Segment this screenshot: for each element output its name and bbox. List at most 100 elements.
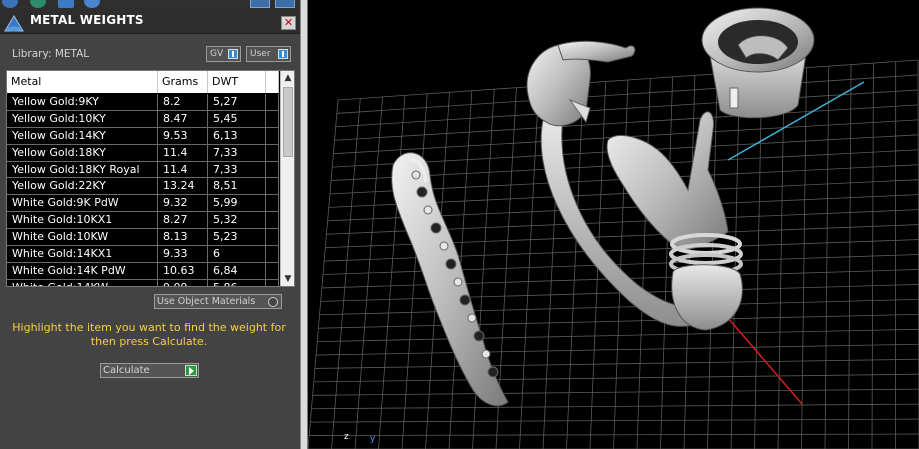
bead — [445, 258, 457, 270]
metal-cell: Yellow Gold:9KY — [7, 94, 158, 110]
dwt-cell: 5,86 — [208, 279, 266, 286]
gv-toggle-label: GV — [210, 49, 224, 59]
use-object-materials-checkbox[interactable]: Use Object Materials — [154, 294, 282, 309]
dwt-cell: 5,99 — [208, 195, 266, 212]
grams-cell: 11.4 — [158, 161, 208, 178]
metal-table: Metal Grams DWT Yellow Gold:9KY 8.2 5,27 Ye… — [6, 70, 295, 287]
empty-cell — [266, 178, 279, 195]
grams-cell: 9.33 — [158, 246, 208, 263]
table-row[interactable]: White Gold:9K PdW 9.32 5,99 — [7, 195, 279, 213]
dwt-cell: 7,33 — [208, 161, 266, 178]
metal-cell: Yellow Gold:10KY — [7, 110, 158, 127]
close-button[interactable]: ✕ — [281, 16, 296, 30]
dwt-cell: 5,23 — [208, 229, 266, 246]
sphere-icon[interactable] — [84, 0, 100, 8]
metal-cell: White Gold:9K PdW — [7, 195, 158, 212]
bead — [423, 205, 433, 215]
grams-cell: 8.47 — [158, 110, 208, 127]
table-row[interactable]: Yellow Gold:18KY 11.4 7,33 — [7, 144, 279, 162]
grams-cell: 8.27 — [158, 212, 208, 229]
3d-viewport[interactable]: z y — [308, 0, 919, 449]
calculate-label: Calculate — [103, 365, 150, 376]
grams-cell: 11.4 — [158, 144, 208, 161]
hands-ring-model[interactable] — [526, 40, 743, 331]
panel-splitter[interactable] — [300, 0, 308, 449]
empty-cell — [266, 262, 279, 279]
radio-icon — [268, 297, 278, 307]
grams-cell: 9.53 — [158, 127, 208, 144]
info-icon — [278, 49, 288, 59]
3d-scene[interactable] — [308, 0, 919, 449]
table-row[interactable]: White Gold:10KW 8.13 5,23 — [7, 229, 279, 247]
bead — [453, 277, 463, 287]
column-header-dwt[interactable]: DWT — [208, 71, 266, 93]
grams-cell: 10.63 — [158, 262, 208, 279]
bead — [416, 186, 428, 198]
metal-cell: White Gold:14KX1 — [7, 246, 158, 263]
grams-cell: 9.09 — [158, 279, 208, 286]
metal-weights-icon — [4, 15, 24, 32]
grams-cell: 8.2 — [158, 94, 208, 110]
info-icon — [228, 49, 238, 59]
table-row[interactable]: Yellow Gold:10KY 8.47 5,45 — [7, 110, 279, 128]
scroll-down-arrow-icon[interactable]: ▼ — [281, 272, 294, 286]
back-arrow-button[interactable]: ← — [250, 0, 270, 8]
empty-cell — [266, 246, 279, 263]
column-header-metal[interactable]: Metal — [7, 71, 158, 93]
grams-cell: 13.24 — [158, 178, 208, 195]
bead — [487, 366, 499, 378]
metal-cell: White Gold:14K PdW — [7, 262, 158, 279]
empty-cell — [266, 195, 279, 212]
bead — [439, 241, 449, 251]
table-row[interactable]: Yellow Gold:18KY Royal 11.4 7,33 — [7, 161, 279, 179]
forward-arrow-button[interactable]: → — [275, 0, 295, 8]
dwt-cell: 5,45 — [208, 110, 266, 127]
bead — [411, 170, 421, 180]
globe-icon[interactable] — [30, 0, 46, 8]
scroll-up-arrow-icon[interactable]: ▲ — [281, 71, 294, 85]
dwt-cell: 5,32 — [208, 212, 266, 229]
scroll-thumb[interactable] — [283, 87, 293, 157]
table-row[interactable]: White Gold:14KX1 9.33 6 — [7, 246, 279, 263]
library-label: Library: METAL — [12, 48, 90, 60]
dwt-cell: 6,84 — [208, 262, 266, 279]
calculate-button[interactable]: Calculate — [100, 363, 199, 378]
user-toggle-label: User — [250, 49, 271, 59]
dwt-cell: 5,27 — [208, 94, 266, 110]
user-toggle[interactable]: User — [246, 46, 291, 62]
play-icon — [185, 365, 197, 376]
top-toolbar: ← → — [0, 0, 300, 10]
empty-cell — [266, 110, 279, 127]
empty-cell — [266, 212, 279, 229]
table-row[interactable]: White Gold:14K PdW 10.63 6,84 — [7, 262, 279, 280]
toolbar-tool-icon[interactable] — [2, 0, 18, 8]
axis-y-label: y — [370, 434, 376, 444]
empty-cell — [266, 144, 279, 161]
metal-cell: White Gold:14KW — [7, 279, 158, 286]
table-body: Yellow Gold:9KY 8.2 5,27 Yellow Gold:10KY 8.… — [7, 94, 279, 286]
table-row[interactable]: White Gold:14KW9.095,86 — [7, 279, 279, 286]
dwt-cell: 7,33 — [208, 144, 266, 161]
table-row[interactable]: Yellow Gold:22KY 13.24 8,51 — [7, 178, 279, 196]
instruction-text: Highlight the item you want to find the … — [12, 321, 286, 348]
metal-cell: Yellow Gold:18KY — [7, 144, 158, 161]
bead — [467, 313, 477, 323]
table-scrollbar[interactable]: ▲ ▼ — [280, 71, 294, 286]
metal-weights-panel: ← → METAL WEIGHTS ✕ Library: METAL GV Us… — [0, 0, 300, 449]
metal-cell: Yellow Gold:22KY — [7, 178, 158, 195]
column-header-grams[interactable]: Grams — [158, 71, 208, 93]
table-row[interactable]: Yellow Gold:14KY 9.53 6,13 — [7, 127, 279, 145]
empty-cell — [266, 279, 279, 286]
table-header: Metal Grams DWT — [7, 71, 279, 93]
dwt-cell: 6,13 — [208, 127, 266, 144]
table-row[interactable]: Yellow Gold:9KY 8.2 5,27 — [7, 94, 279, 111]
empty-cell — [266, 94, 279, 110]
gv-toggle[interactable]: GV — [206, 46, 241, 62]
wavy-pendant-model[interactable] — [391, 152, 509, 407]
metal-cell: Yellow Gold:14KY — [7, 127, 158, 144]
table-row[interactable]: White Gold:10KX1 8.27 5,32 — [7, 212, 279, 230]
grams-cell: 9.32 — [158, 195, 208, 212]
cylinder-ring-model[interactable] — [701, 7, 815, 119]
table-icon[interactable] — [58, 0, 74, 8]
empty-cell — [266, 229, 279, 246]
